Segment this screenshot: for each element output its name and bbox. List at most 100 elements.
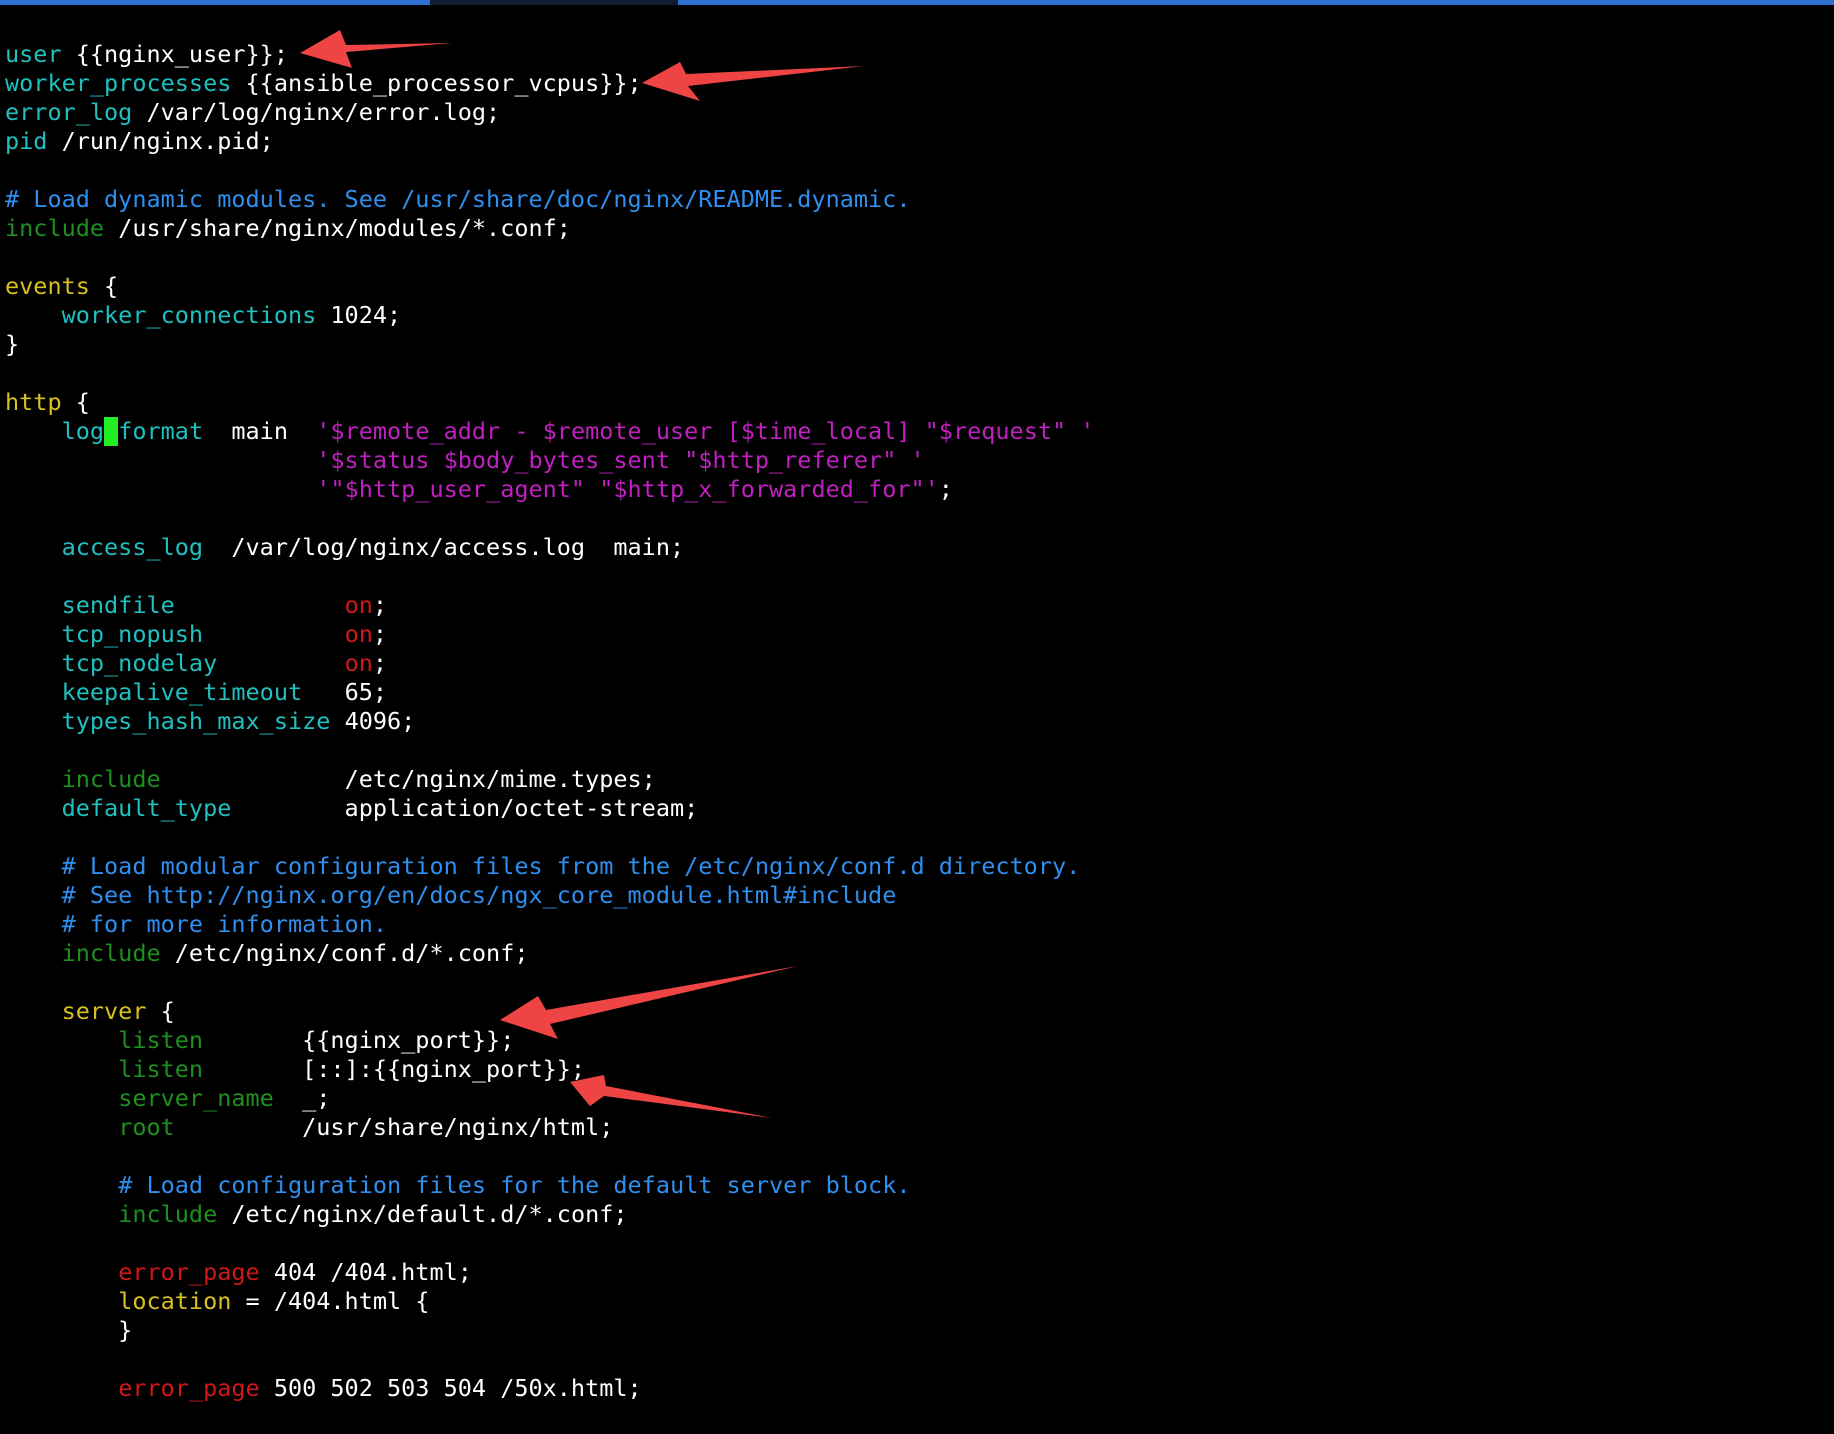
code-line: access_log /var/log/nginx/access.log mai… (5, 533, 1834, 562)
string-literal: '$status $body_bytes_sent "$http_referer… (316, 446, 925, 474)
directive-token: pid (5, 127, 48, 155)
code-line: keepalive_timeout 65; (5, 678, 1834, 707)
include-keyword: server_name (118, 1084, 274, 1112)
code-line: error_log /var/log/nginx/error.log; (5, 98, 1834, 127)
code-text: { (89, 272, 119, 300)
code-text: [::]:{{nginx_port}}; (203, 1055, 586, 1083)
comment-text: # Load dynamic modules. See /usr/share/d… (5, 185, 911, 213)
code-text: ; (372, 591, 388, 619)
code-text: application/octet-stream; (231, 794, 699, 822)
include-keyword: root (118, 1113, 175, 1141)
code-text: 1024; (316, 301, 402, 329)
directive-token: default_type (61, 794, 232, 822)
code-line: error_page 500 502 503 504 /50x.html; (5, 1374, 1834, 1403)
code-text: _; (273, 1084, 331, 1112)
directive-token: access_log (61, 533, 204, 561)
directive-token: format (118, 417, 204, 445)
directive-token: sendfile (61, 591, 175, 619)
block-keyword: location (118, 1287, 232, 1315)
code-line: include /usr/share/nginx/modules/*.conf; (5, 214, 1834, 243)
text-cursor: _ (104, 417, 119, 446)
code-text: /etc/nginx/default.d/*.conf; (217, 1200, 628, 1228)
code-line: # Load configuration files for the defau… (5, 1171, 1834, 1200)
tab-indicator-right (678, 0, 1834, 5)
code-text: ; (938, 475, 953, 503)
code-text: ; (372, 620, 388, 648)
code-line: default_type application/octet-stream; (5, 794, 1834, 823)
code-line: } (5, 1316, 1834, 1345)
code-text: {{nginx_port}}; (203, 1026, 515, 1054)
code-line: listen {{nginx_port}}; (5, 1026, 1834, 1055)
block-keyword: server (61, 997, 147, 1025)
code-line: worker_connections 1024; (5, 301, 1834, 330)
string-literal: '"$http_user_agent" "$http_x_forwarded_f… (316, 475, 939, 503)
terminal-editor[interactable]: user {{nginx_user}}; worker_processes {{a… (5, 40, 1834, 1403)
code-text: 4096; (330, 707, 416, 735)
include-keyword: include (5, 214, 105, 242)
code-line: # for more information. (5, 910, 1834, 939)
block-keyword: http (5, 388, 62, 416)
code-line: user {{nginx_user}}; (5, 40, 1834, 69)
code-line: tcp_nodelay on; (5, 649, 1834, 678)
code-text: 500 502 503 504 /50x.html; (259, 1374, 642, 1402)
directive-token: worker_processes (5, 69, 232, 97)
directive-token: worker_connections (61, 301, 317, 329)
code-text: ; (372, 649, 388, 677)
directive-token: tcp_nodelay (61, 649, 218, 677)
directive-token: error_log (5, 98, 133, 126)
code-line: # Load dynamic modules. See /usr/share/d… (5, 185, 1834, 214)
directive-token: tcp_nopush (61, 620, 204, 648)
code-line: location = /404.html { (5, 1287, 1834, 1316)
code-text: {{nginx_user}}; (61, 40, 288, 68)
code-line: include /etc/nginx/conf.d/*.conf; (5, 939, 1834, 968)
code-line: # Load modular configuration files from … (5, 852, 1834, 881)
code-text: } (5, 1316, 133, 1344)
code-text: 404 /404.html; (259, 1258, 472, 1286)
code-text: /usr/share/nginx/html; (174, 1113, 614, 1141)
comment-text: # for more information. (61, 910, 388, 938)
window-top-strip (0, 0, 1834, 5)
include-keyword: include (61, 765, 161, 793)
code-text: = /404.html { (231, 1287, 430, 1315)
value-keyword: on (344, 649, 373, 677)
include-keyword: include (118, 1200, 218, 1228)
code-text: /etc/nginx/conf.d/*.conf; (160, 939, 529, 967)
block-keyword: events (5, 272, 90, 300)
code-line: include /etc/nginx/mime.types; (5, 765, 1834, 794)
comment-text: # See http://nginx.org/en/docs/ngx_core_… (61, 881, 897, 909)
code-line: } (5, 330, 1834, 359)
code-line: '"$http_user_agent" "$http_x_forwarded_f… (5, 475, 1834, 504)
include-keyword: listen (118, 1055, 204, 1083)
include-keyword: include (61, 939, 161, 967)
code-line: '$status $body_bytes_sent "$http_referer… (5, 446, 1834, 475)
code-line: include /etc/nginx/default.d/*.conf; (5, 1200, 1834, 1229)
tab-indicator-left (0, 0, 430, 5)
